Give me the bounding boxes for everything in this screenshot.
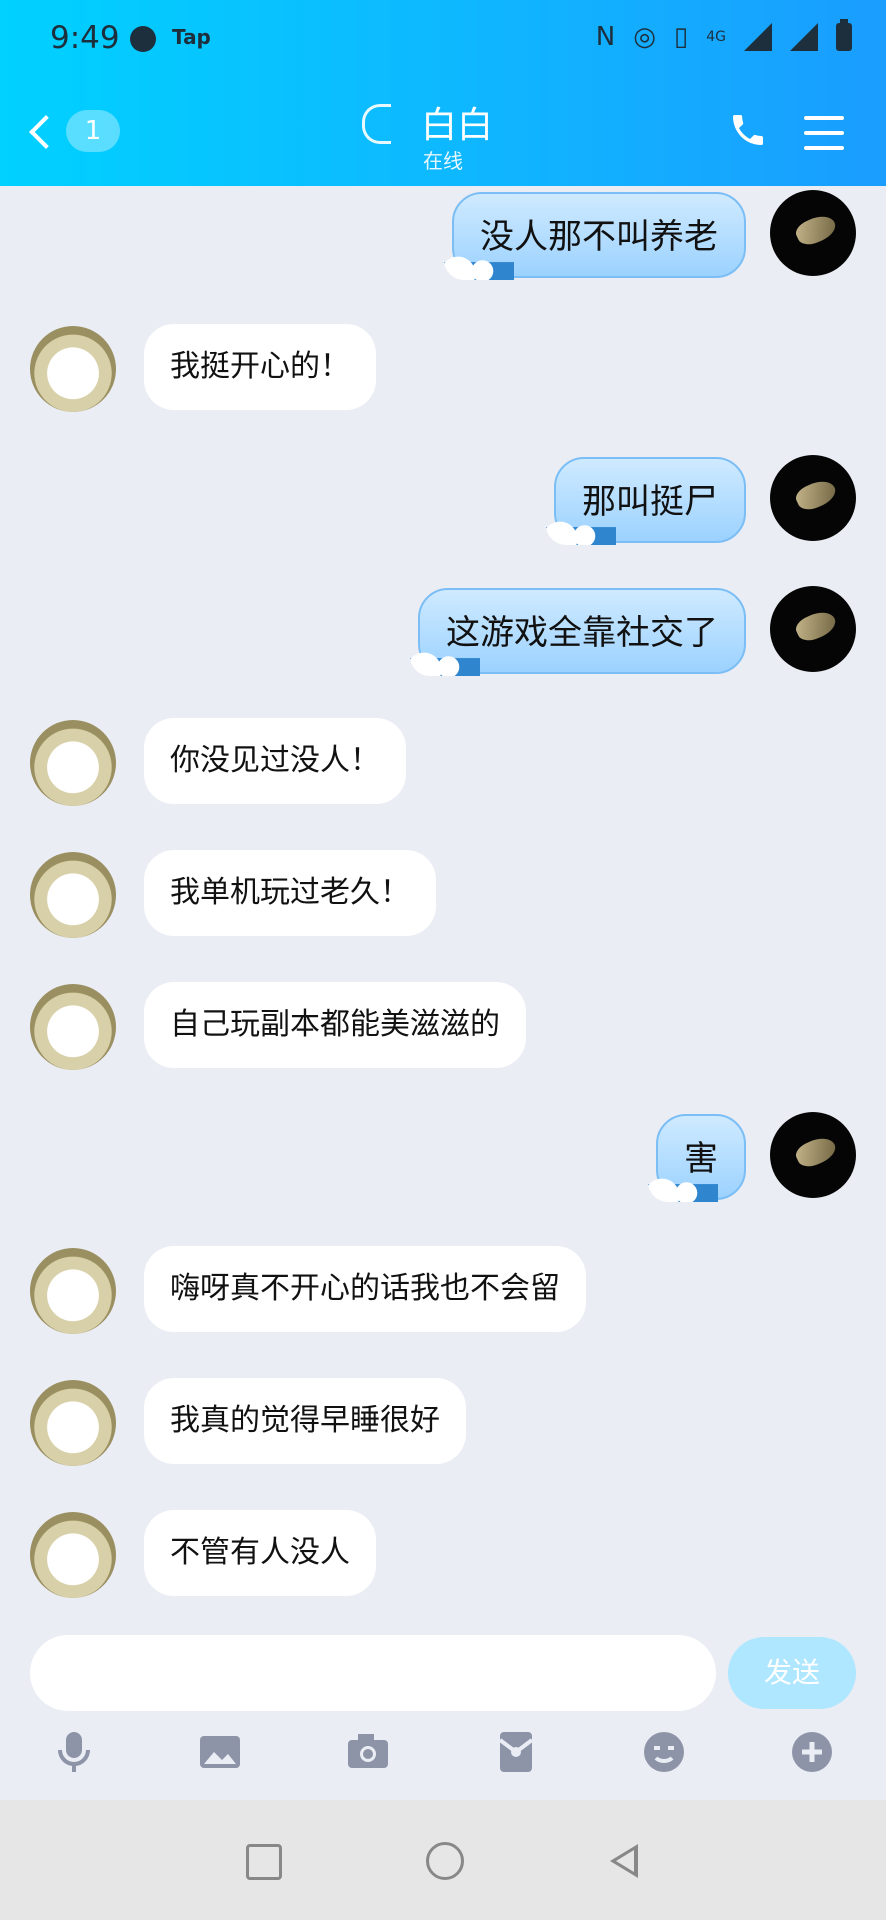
system-nav-bar [0,1800,886,1920]
status-bar: 9:49 Tap N ◎ ▯ 4G [0,0,886,80]
message-row: 这游戏全靠社交了 [0,586,886,676]
tap-app-label: Tap [172,25,211,49]
contact-avatar[interactable] [30,984,116,1070]
contact-message-bubble[interactable]: 嗨呀真不开心的话我也不会留 [144,1246,586,1332]
nfc-icon: N [595,22,616,52]
menu-icon[interactable] [804,116,844,150]
message-text: 我挺开心的！ [170,349,350,384]
phone-icon[interactable] [728,110,768,150]
back-nav-button[interactable] [610,1844,638,1878]
message-text: 我真的觉得早睡很好 [170,1403,440,1438]
contact-avatar[interactable] [30,720,116,806]
wave-decoration [648,1172,718,1202]
wave-decoration [444,250,514,280]
message-row: 没人那不叫养老 [0,190,886,280]
menu-line [804,131,844,135]
message-row: 我真的觉得早睡很好 [0,1376,886,1466]
vibrate-icon: ▯ [673,22,689,52]
message-row: 嗨呀真不开心的话我也不会留 [0,1244,886,1334]
emoji-icon[interactable] [640,1728,688,1776]
my-message-bubble[interactable]: 这游戏全靠社交了 [410,588,746,676]
input-toolbar [0,1728,886,1792]
contact-avatar[interactable] [30,326,116,412]
contact-avatar[interactable] [30,1512,116,1598]
home-button[interactable] [426,1842,464,1880]
message-text: 我单机玩过老久！ [170,875,410,910]
microphone-icon[interactable] [50,1728,98,1776]
recents-button[interactable] [246,1844,282,1880]
plus-icon[interactable] [788,1728,836,1776]
contact-message-bubble[interactable]: 不管有人没人 [144,1510,376,1596]
contact-message-bubble[interactable]: 你没见过没人！ [144,718,406,804]
message-row: 我挺开心的！ [0,322,886,412]
hotspot-icon: ◎ [633,22,656,52]
my-avatar[interactable] [770,455,856,541]
wave-decoration [410,646,480,676]
signal-icon [744,23,772,51]
chat-title[interactable]: 白白 [421,105,493,146]
my-avatar[interactable] [770,190,856,276]
message-text: 这游戏全靠社交了 [446,613,718,653]
status-icons: N ◎ ▯ 4G [595,19,852,52]
signal-2-icon [790,23,818,51]
message-row: 不管有人没人 [0,1508,886,1598]
contact-message-bubble[interactable]: 我挺开心的！ [144,324,376,410]
send-button[interactable]: 发送 [728,1637,856,1709]
message-row: 自己玩副本都能美滋滋的 [0,980,886,1070]
battery-icon [836,19,852,51]
menu-line [804,116,844,120]
message-input[interactable] [30,1635,716,1711]
message-row: 那叫挺尸 [0,455,886,545]
message-text: 嗨呀真不开心的话我也不会留 [170,1271,560,1306]
my-message-bubble[interactable]: 没人那不叫养老 [444,192,746,280]
message-row: 害 [0,1112,886,1202]
message-text: 自己玩副本都能美滋滋的 [170,1007,500,1042]
image-icon[interactable] [196,1728,244,1776]
contact-avatar[interactable] [30,1248,116,1334]
contact-message-bubble[interactable]: 我单机玩过老久！ [144,850,436,936]
message-text: 你没见过没人！ [170,743,380,778]
menu-line [804,146,844,150]
message-text: 不管有人没人 [170,1535,350,1570]
camera-icon[interactable] [344,1728,392,1776]
chat-header: 9:49 Tap N ◎ ▯ 4G 1 白白 在线 [0,0,886,186]
my-message-bubble[interactable]: 害 [648,1114,746,1202]
contact-message-bubble[interactable]: 自己玩副本都能美滋滋的 [144,982,526,1068]
network-type: 4G [706,29,726,45]
red-packet-icon[interactable] [492,1728,540,1776]
message-row: 我单机玩过老久！ [0,848,886,938]
status-time: 9:49 [50,20,120,56]
contact-avatar[interactable] [30,852,116,938]
message-row: 你没见过没人！ [0,716,886,806]
my-message-bubble[interactable]: 那叫挺尸 [546,457,746,545]
contact-avatar[interactable] [30,1380,116,1466]
wave-decoration [546,515,616,545]
my-avatar[interactable] [770,586,856,672]
tap-app-icon [130,26,156,52]
my-avatar[interactable] [770,1112,856,1198]
contact-message-bubble[interactable]: 我真的觉得早睡很好 [144,1378,466,1464]
message-text: 没人那不叫养老 [480,217,718,257]
